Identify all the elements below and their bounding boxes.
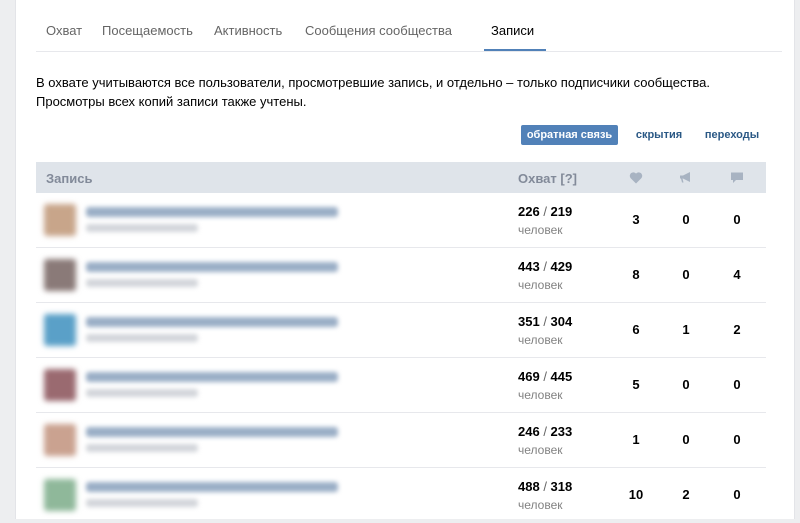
- feedback-view-button[interactable]: обратная связь: [521, 125, 618, 145]
- reposts-count: 0: [682, 267, 690, 282]
- clicks-view-button[interactable]: переходы: [700, 125, 764, 145]
- reach-unit: человек: [518, 223, 563, 237]
- likes-count: 6: [632, 322, 640, 337]
- likes-count: 10: [628, 487, 644, 502]
- tab-activity[interactable]: Активность: [214, 23, 282, 38]
- post-thumbnail: [44, 259, 76, 291]
- table-row[interactable]: 246 / 233 человек 1 0 0: [36, 413, 766, 468]
- table-row[interactable]: 469 / 445 человек 5 0 0: [36, 358, 766, 413]
- comments-count: 0: [733, 212, 741, 227]
- comments-count: 0: [733, 487, 741, 502]
- likes-count: 5: [632, 377, 640, 392]
- reach-value: 351 / 304: [518, 314, 573, 329]
- reposts-count: 0: [682, 432, 690, 447]
- stats-card: Охват Посещаемость Активность Сообщения …: [15, 0, 795, 519]
- tab-posts[interactable]: Записи: [491, 23, 534, 38]
- active-tab-underline: [484, 49, 546, 51]
- posts-table-header: Запись Охват [?]: [36, 162, 766, 193]
- post-date-blurred: [86, 279, 198, 287]
- reach-value: 246 / 233: [518, 424, 573, 439]
- post-thumbnail: [44, 314, 76, 346]
- reposts-count: 2: [682, 487, 690, 502]
- reach-unit: человек: [518, 278, 563, 292]
- reposts-count: 1: [682, 322, 690, 337]
- comments-count: 2: [733, 322, 741, 337]
- post-thumbnail: [44, 424, 76, 456]
- post-date-blurred: [86, 499, 198, 507]
- reach-value: 226 / 219: [518, 204, 573, 219]
- stats-tabs: Охват Посещаемость Активность Сообщения …: [36, 0, 782, 52]
- intro-text: В охвате учитываются все пользователи, п…: [36, 73, 776, 111]
- post-title-blurred: [86, 317, 338, 327]
- reposts-count: 0: [682, 212, 690, 227]
- post-thumbnail: [44, 479, 76, 511]
- post-title-blurred: [86, 372, 338, 382]
- post-title-blurred: [86, 207, 338, 217]
- reach-unit: человек: [518, 498, 563, 512]
- post-date-blurred: [86, 444, 198, 452]
- post-title-blurred: [86, 427, 338, 437]
- comments-count: 0: [733, 432, 741, 447]
- hides-view-button[interactable]: скрытия: [628, 125, 690, 145]
- table-row[interactable]: 443 / 429 человек 8 0 4: [36, 248, 766, 303]
- reposts-count: 0: [682, 377, 690, 392]
- intro-line-1: В охвате учитываются все пользователи, п…: [36, 75, 711, 90]
- heart-icon: [629, 171, 643, 187]
- reach-column-header[interactable]: Охват [?]: [518, 171, 577, 186]
- reach-unit: человек: [518, 333, 563, 347]
- reach-value: 443 / 429: [518, 259, 573, 274]
- post-title-blurred: [86, 482, 338, 492]
- reach-value: 488 / 318: [518, 479, 573, 494]
- post-date-blurred: [86, 334, 198, 342]
- post-thumbnail: [44, 204, 76, 236]
- tab-attendance[interactable]: Посещаемость: [102, 23, 193, 38]
- reach-unit: человек: [518, 388, 563, 402]
- post-thumbnail: [44, 369, 76, 401]
- reach-unit: человек: [518, 443, 563, 457]
- megaphone-icon: [679, 171, 693, 187]
- intro-line-2: Просмотры всех копий записи также учтены…: [36, 94, 307, 109]
- table-row[interactable]: 226 / 219 человек 3 0 0: [36, 193, 766, 248]
- post-date-blurred: [86, 389, 198, 397]
- likes-count: 1: [632, 432, 640, 447]
- tab-reach[interactable]: Охват: [46, 23, 82, 38]
- tab-community-messages[interactable]: Сообщения сообщества: [305, 23, 452, 38]
- comment-icon: [730, 171, 744, 187]
- post-column-header: Запись: [46, 171, 93, 186]
- comments-count: 4: [733, 267, 741, 282]
- likes-count: 8: [632, 267, 640, 282]
- post-date-blurred: [86, 224, 198, 232]
- table-row[interactable]: 351 / 304 человек 6 1 2: [36, 303, 766, 358]
- table-row[interactable]: 488 / 318 человек 10 2 0: [36, 468, 766, 523]
- reach-value: 469 / 445: [518, 369, 573, 384]
- comments-count: 0: [733, 377, 741, 392]
- likes-count: 3: [632, 212, 640, 227]
- post-title-blurred: [86, 262, 338, 272]
